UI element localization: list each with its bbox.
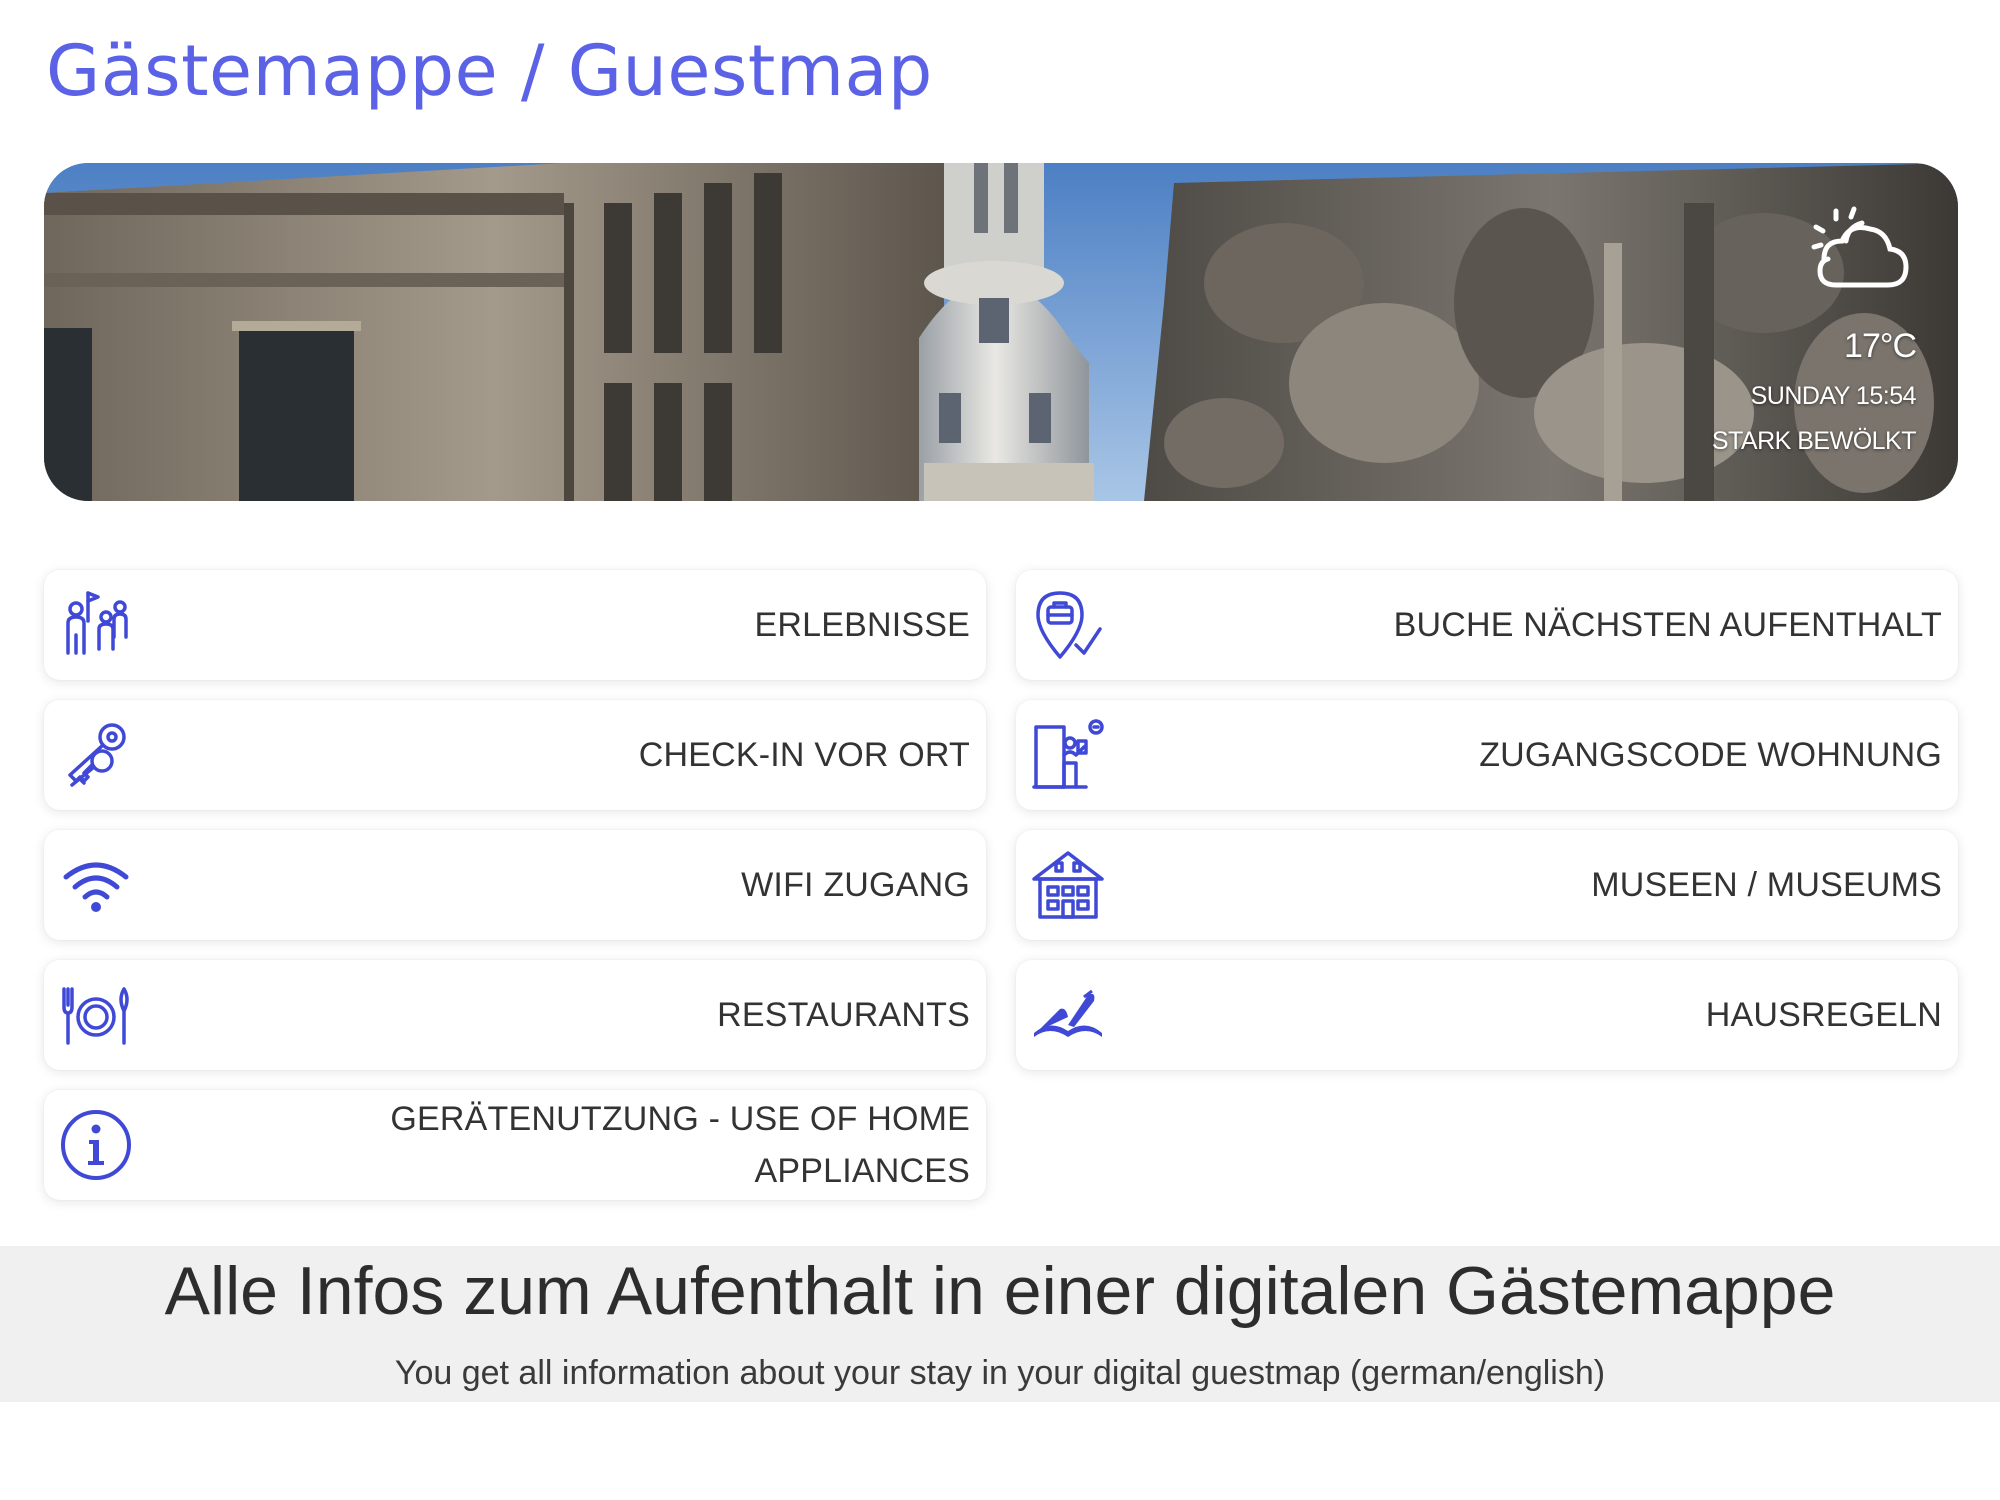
weather-description: STARK BEWÖLKT — [1711, 427, 1917, 455]
keys-icon — [68, 723, 126, 787]
tile-label: ERLEBNISSE — [754, 606, 970, 644]
tile-hausregeln[interactable]: HAUSREGELN — [1016, 960, 1958, 1070]
tile-restaurants[interactable]: RESTAURANTS — [44, 960, 986, 1070]
door-code-icon — [1032, 719, 1104, 789]
tile-label: GERÄTENUTZUNG - USE OF HOME APPLIANCES — [390, 1100, 970, 1190]
tile-label: MUSEEN / MUSEUMS — [1591, 866, 1942, 904]
tour-group-icon — [66, 591, 128, 655]
museum-building-icon — [1032, 851, 1104, 919]
tile-label: HAUSREGELN — [1705, 996, 1942, 1034]
tile-geraetenutzung[interactable]: GERÄTENUTZUNG - USE OF HOME APPLIANCES — [44, 1090, 986, 1200]
wifi-icon — [63, 862, 129, 912]
tile-label: BUCHE NÄCHSTEN AUFENTHALT — [1393, 606, 1942, 644]
tile-wifi[interactable]: WIFI ZUGANG — [44, 830, 986, 940]
tile-check-in[interactable]: CHECK-IN VOR ORT — [44, 700, 986, 810]
weather-datetime: SUNDAY 15:54 — [1750, 382, 1917, 410]
booking-pin-icon — [1036, 591, 1102, 659]
tile-buche-aufenthalt[interactable]: BUCHE NÄCHSTEN AUFENTHALT — [1016, 570, 1958, 680]
footer-subline: You get all information about your stay … — [394, 1354, 1606, 1392]
tile-label: RESTAURANTS — [717, 996, 970, 1034]
tile-label: CHECK-IN VOR ORT — [638, 736, 970, 774]
partly-cloudy-icon — [1811, 206, 1909, 288]
page-title: Gästemappe / Guestmap — [46, 30, 933, 112]
weather-widget: 17°C SUNDAY 15:54 STARK BEWÖLKT — [1711, 201, 1917, 456]
book-quill-icon — [1034, 989, 1102, 1037]
city-photo — [44, 163, 1958, 501]
tile-zugangscode[interactable]: ZUGANGSCODE WOHNUNG — [1016, 700, 1958, 810]
dining-icon — [62, 987, 129, 1045]
tile-label: ZUGANGSCODE WOHNUNG — [1479, 736, 1942, 774]
tile-erlebnisse[interactable]: ERLEBNISSE — [44, 570, 986, 680]
hero-banner: 17°C SUNDAY 15:54 STARK BEWÖLKT — [44, 163, 1958, 501]
weather-temperature: 17°C — [1844, 327, 1917, 365]
tile-museen[interactable]: MUSEEN / MUSEUMS — [1016, 830, 1958, 940]
info-icon — [61, 1110, 131, 1180]
footer-headline: Alle Infos zum Aufenthalt in einer digit… — [164, 1253, 1836, 1329]
tile-label: WIFI ZUGANG — [741, 866, 970, 904]
